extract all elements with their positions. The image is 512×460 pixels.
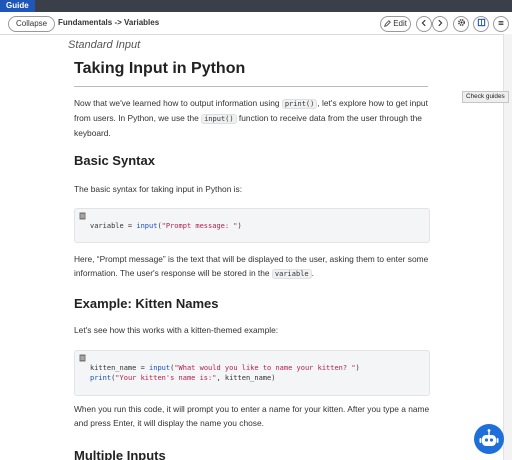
robot-icon [479, 429, 499, 446]
section-label: Standard Input [68, 39, 141, 51]
chevron-left-icon [421, 19, 426, 27]
book-icon [477, 18, 485, 27]
run-paragraph: When you run this code, it will prompt y… [74, 404, 430, 428]
guide-content: Standard Input Taking Input in Python No… [0, 34, 503, 460]
gear-icon [457, 19, 465, 26]
inline-code-variable: variable [271, 269, 312, 279]
heading-basic-syntax: Basic Syntax [74, 153, 155, 168]
breadcrumb: Fundamentals -> Variables [58, 18, 160, 27]
tab-guide[interactable]: Guide [0, 0, 35, 12]
inline-code-print: print() [281, 99, 318, 109]
collapse-button[interactable]: Collapse [8, 16, 56, 32]
basic-syntax-paragraph: The basic syntax for taking input in Pyt… [74, 184, 243, 194]
chevron-right-icon [438, 19, 443, 27]
tab-bar: Guide [0, 0, 512, 12]
explain-paragraph: Here, “Prompt message” is the text that … [74, 254, 429, 279]
copy-icon[interactable] [79, 212, 86, 220]
code-block-example: kitten_name = input("What would you like… [74, 350, 430, 396]
copy-icon[interactable] [79, 354, 86, 362]
menu-icon [498, 20, 504, 26]
pencil-icon [384, 20, 391, 27]
toolbar: Collapse Fundamentals -> Variables Edit [0, 12, 510, 35]
check-guides-button[interactable]: Check guides [462, 91, 509, 103]
guide-book-button[interactable] [473, 16, 489, 32]
edit-label: Edit [393, 19, 408, 28]
heading-multiple-inputs: Multiple Inputs [74, 448, 166, 460]
intro-paragraph: Now that we've learned how to output inf… [74, 98, 428, 138]
previous-button[interactable] [416, 16, 432, 32]
assistant-bot-button[interactable] [474, 424, 504, 454]
next-button[interactable] [432, 16, 448, 32]
code-line: variable = input("Prompt message: ") [90, 222, 242, 230]
example-paragraph: Let's see how this works with a kitten-t… [74, 325, 279, 335]
code-line: print("Your kitten's name is:", kitten_n… [90, 374, 276, 382]
code-line: kitten_name = input("What would you like… [90, 364, 360, 372]
title-divider [74, 86, 428, 87]
inline-code-input: input() [201, 114, 237, 124]
settings-button[interactable] [453, 16, 469, 32]
edit-button[interactable]: Edit [380, 16, 411, 32]
heading-example: Example: Kitten Names [74, 296, 219, 311]
menu-button[interactable] [493, 16, 509, 32]
code-block-syntax: variable = input("Prompt message: ") [74, 208, 430, 243]
page-title: Taking Input in Python [74, 60, 246, 77]
